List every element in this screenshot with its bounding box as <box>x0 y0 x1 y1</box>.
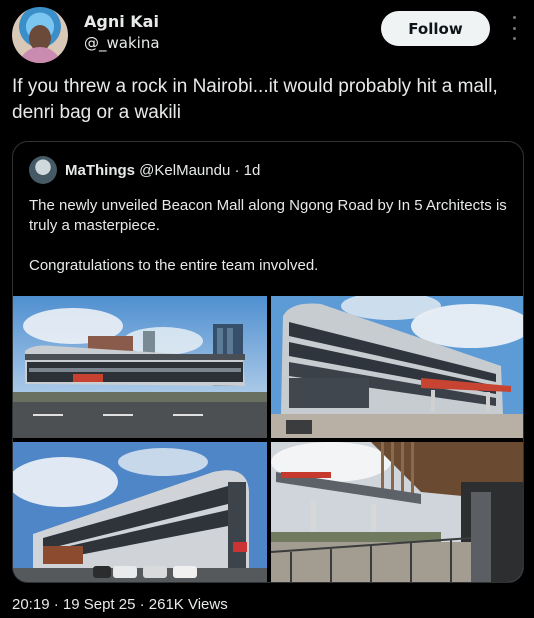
quoted-author-handle: @KelMaundu <box>139 162 231 179</box>
mall-photo-2[interactable] <box>271 296 523 438</box>
more-vertical-icon[interactable] <box>508 16 520 40</box>
quoted-author-avatar <box>29 156 57 184</box>
avatar-shoulders <box>18 47 62 63</box>
author-avatar[interactable] <box>12 7 68 63</box>
mall-photo-1[interactable] <box>13 296 267 438</box>
quoted-author-name: MaThings <box>65 162 135 179</box>
photo-grid <box>13 296 523 582</box>
follow-button[interactable]: Follow <box>381 11 490 46</box>
author-handle[interactable]: @_wakina <box>84 34 160 52</box>
quoted-author-line: MaThings @KelMaundu · 1d <box>65 162 260 179</box>
post-text: If you threw a rock in Nairobi...it woul… <box>12 76 498 123</box>
quoted-post-text: The newly unveiled Beacon Mall along Ngo… <box>29 197 507 274</box>
mall-photo-3[interactable] <box>13 442 267 582</box>
author-display-name[interactable]: Agni Kai <box>84 12 159 31</box>
post-meta: 20:19 · 19 Sept 25 · 261K Views <box>12 596 228 613</box>
quoted-post-card[interactable]: MaThings @KelMaundu · 1d The newly unvei… <box>12 141 524 583</box>
mall-photo-4[interactable] <box>271 442 523 582</box>
quoted-post-time: · 1d <box>234 162 261 179</box>
